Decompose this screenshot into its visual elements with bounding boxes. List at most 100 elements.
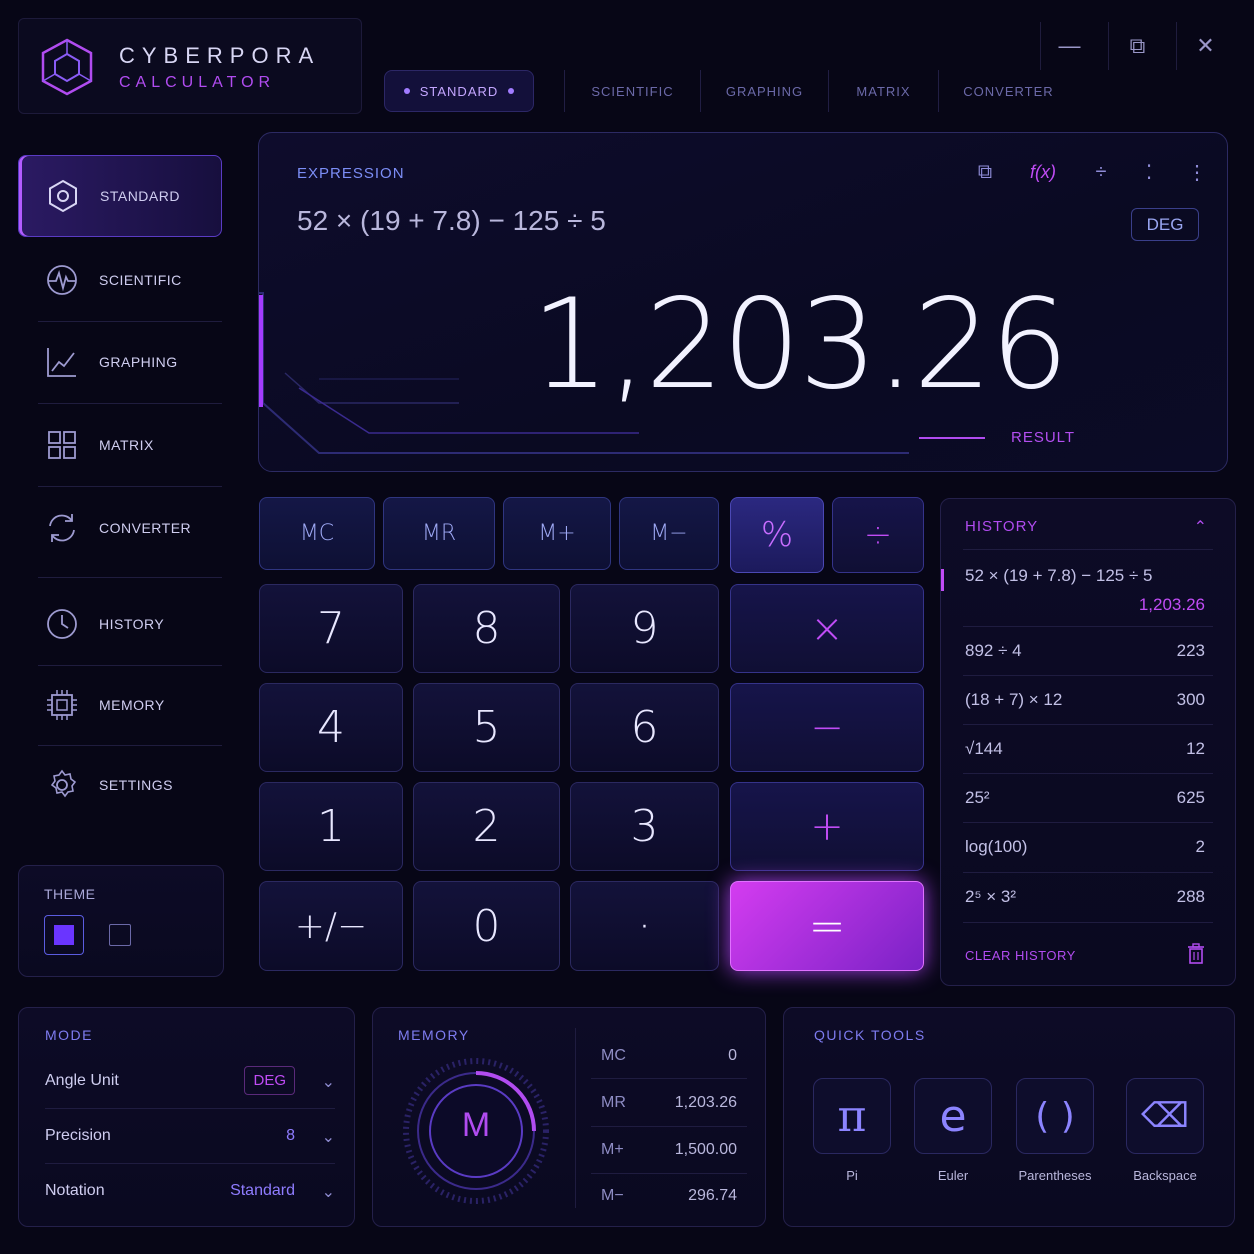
notation-select[interactable]: Notation Standard ⌄ xyxy=(45,1182,335,1201)
waveform-icon xyxy=(43,261,81,299)
memory-badge: M xyxy=(461,1106,491,1144)
memory-row-mc: MC 0 xyxy=(601,1047,737,1064)
maximize-button[interactable]: ⧉ xyxy=(1108,22,1166,70)
pi-tool[interactable]: π Pi xyxy=(813,1078,891,1183)
mode-panel: MODE Angle Unit DEG ⌄ Precision 8 ⌄ Nota… xyxy=(18,1007,355,1227)
sidebar-item-standard[interactable]: STANDARD xyxy=(18,155,222,237)
key-8[interactable]: 8 xyxy=(413,584,560,673)
decimal-button[interactable]: · xyxy=(570,881,719,971)
backspace-tool[interactable]: ⌫ Backspace xyxy=(1126,1078,1204,1183)
angle-unit-value: DEG xyxy=(244,1066,295,1095)
add-button[interactable]: + xyxy=(730,782,924,871)
theme-label: THEME xyxy=(44,886,96,902)
sidebar-item-memory[interactable]: MEMORY xyxy=(18,664,222,746)
m-minus-button[interactable]: M− xyxy=(619,497,719,570)
theme-panel: THEME xyxy=(18,865,224,977)
tab-standard[interactable]: STANDARD xyxy=(384,70,534,112)
history-latest-value: 1,203.26 xyxy=(1138,595,1205,614)
sidebar-item-history[interactable]: HISTORY xyxy=(18,583,222,665)
memory-title: MEMORY xyxy=(398,1027,470,1043)
result-label: RESULT xyxy=(1011,429,1076,446)
history-panel: HISTORY ⌃ 52 × (19 + 7.8) − 125 ÷ 5 1,20… xyxy=(940,498,1236,986)
key-6[interactable]: 6 xyxy=(570,683,719,772)
multiply-button[interactable]: × xyxy=(730,584,924,673)
expression-label: EXPRESSION xyxy=(297,165,405,182)
key-9[interactable]: 9 xyxy=(570,584,719,673)
gear-icon xyxy=(43,766,81,804)
negate-button[interactable]: +/− xyxy=(259,881,403,971)
sidebar-item-converter[interactable]: CONVERTER xyxy=(18,487,222,569)
tab-scientific[interactable]: SCIENTIFIC xyxy=(564,70,700,112)
key-1[interactable]: 1 xyxy=(259,782,403,871)
sidebar-item-graphing[interactable]: GRAPHING xyxy=(18,321,222,403)
history-title: HISTORY xyxy=(965,518,1039,535)
close-button[interactable]: ✕ xyxy=(1176,22,1234,70)
precision-value: 8 xyxy=(286,1127,295,1144)
notation-value: Standard xyxy=(230,1182,295,1199)
sidebar-item-matrix[interactable]: MATRIX xyxy=(18,404,222,486)
history-item[interactable]: 2⁵ × 3² 288 xyxy=(965,887,1205,907)
memory-panel: MEMORY M MC 0 MR 1,203.26 M+ 1,500.00 M− 296… xyxy=(372,1007,766,1227)
key-5[interactable]: 5 xyxy=(413,683,560,772)
app-logo: CYBERPORA CALCULATOR xyxy=(18,18,362,114)
divide-tool-icon[interactable]: ÷ xyxy=(1081,157,1121,187)
expression-text: 52 × (19 + 7.8) − 125 ÷ 5 xyxy=(297,205,606,236)
equals-button[interactable]: = xyxy=(730,881,924,971)
ratio-tool-icon[interactable]: ⁚ xyxy=(1129,157,1169,187)
parentheses-tool[interactable]: ( ) Parentheses xyxy=(1016,1078,1094,1183)
sidebar-item-scientific[interactable]: SCIENTIFIC xyxy=(18,239,222,321)
minimize-button[interactable]: — xyxy=(1040,22,1098,70)
chip-icon xyxy=(43,686,81,724)
tab-matrix[interactable]: MATRIX xyxy=(828,70,938,112)
angle-mode-badge[interactable]: DEG xyxy=(1131,208,1199,241)
key-2[interactable]: 2 xyxy=(413,782,560,871)
collapse-icon[interactable]: ⌃ xyxy=(1194,517,1207,537)
trash-icon[interactable] xyxy=(1187,943,1205,970)
backspace-icon: ⌫ xyxy=(1126,1078,1204,1154)
pi-icon: π xyxy=(813,1078,891,1154)
history-item[interactable]: 25² 625 xyxy=(965,788,1205,808)
precision-select[interactable]: Precision 8 ⌄ xyxy=(45,1127,335,1146)
history-item[interactable]: √144 12 xyxy=(965,739,1205,759)
angle-unit-select[interactable]: Angle Unit DEG ⌄ xyxy=(45,1066,335,1095)
subtract-button[interactable]: − xyxy=(730,683,924,772)
key-7[interactable]: 7 xyxy=(259,584,403,673)
key-4[interactable]: 4 xyxy=(259,683,403,772)
quick-tools-title: QUICK TOOLS xyxy=(814,1027,926,1043)
chevron-down-icon: ⌄ xyxy=(321,1129,335,1146)
sidebar-item-settings[interactable]: SETTINGS xyxy=(18,744,222,826)
cube-logo-icon xyxy=(41,38,93,96)
app-title: CYBERPORA xyxy=(119,43,321,68)
memory-row-m-plus: M+ 1,500.00 xyxy=(601,1141,737,1158)
m-plus-button[interactable]: M+ xyxy=(503,497,611,570)
history-item[interactable]: (18 + 7) × 12 300 xyxy=(965,690,1205,710)
chart-icon xyxy=(43,343,81,381)
history-item[interactable]: 892 ÷ 4 223 xyxy=(965,641,1205,661)
function-icon[interactable]: f(x) xyxy=(1023,157,1063,187)
chevron-down-icon: ⌄ xyxy=(321,1074,335,1091)
calculator-display: EXPRESSION 52 × (19 + 7.8) − 125 ÷ 5 1,2… xyxy=(258,132,1228,472)
history-item[interactable]: log(100) 2 xyxy=(965,837,1205,857)
divide-button[interactable]: ÷ xyxy=(832,497,924,573)
key-3[interactable]: 3 xyxy=(570,782,719,871)
refresh-icon xyxy=(43,509,81,547)
chevron-down-icon: ⌄ xyxy=(321,1184,335,1201)
grid-icon xyxy=(43,426,81,464)
hexagon-icon xyxy=(44,177,82,215)
history-item-latest[interactable]: 52 × (19 + 7.8) − 125 ÷ 5 xyxy=(965,566,1205,586)
euler-tool[interactable]: e Euler xyxy=(914,1078,992,1183)
tab-converter[interactable]: CONVERTER xyxy=(938,70,1078,112)
percent-button[interactable]: % xyxy=(730,497,824,573)
key-0[interactable]: 0 xyxy=(413,881,560,971)
mr-button[interactable]: MR xyxy=(383,497,495,570)
theme-dark-swatch[interactable] xyxy=(44,915,84,955)
clear-history-button[interactable]: CLEAR HISTORY xyxy=(965,948,1076,963)
mode-title: MODE xyxy=(45,1027,93,1043)
result-value: 1,203.26 xyxy=(530,273,1069,417)
theme-light-swatch[interactable] xyxy=(109,924,131,946)
more-icon[interactable]: ⋮ xyxy=(1177,157,1217,187)
mc-button[interactable]: MC xyxy=(259,497,375,570)
sidebar: STANDARD SCIENTIFIC GRAPHING MATRIX CONV… xyxy=(18,132,224,977)
tab-graphing[interactable]: GRAPHING xyxy=(700,70,828,112)
copy-icon[interactable]: ⧉ xyxy=(965,157,1005,187)
